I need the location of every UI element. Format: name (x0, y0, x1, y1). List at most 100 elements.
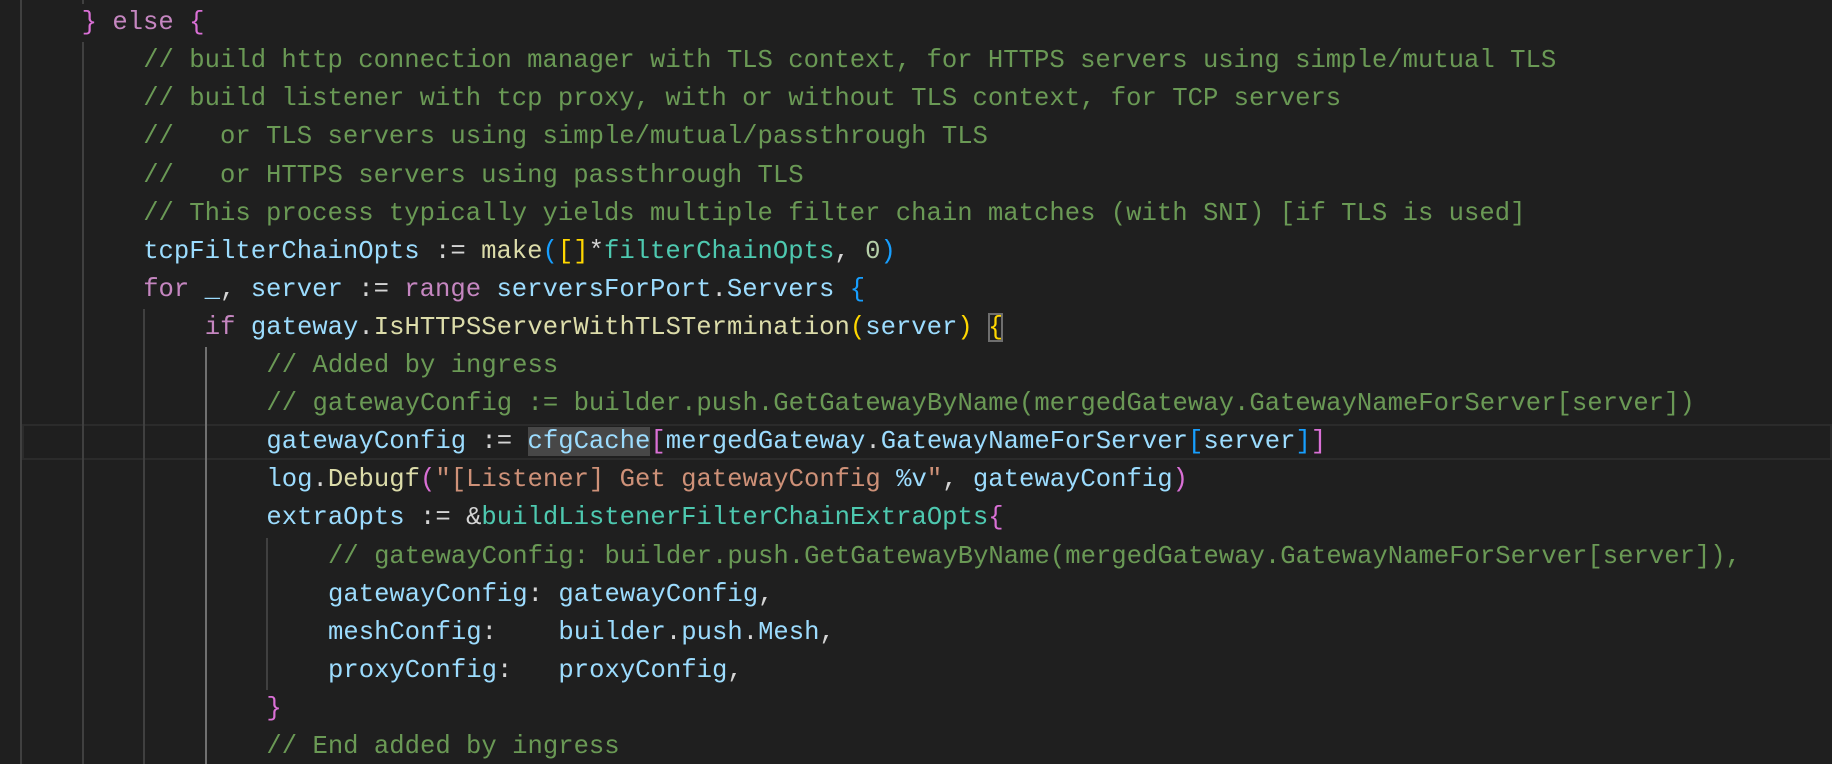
code-token: : (527, 579, 559, 609)
code-line[interactable]: // gatewayConfig := builder.push.GetGate… (266, 385, 1694, 423)
code-line[interactable]: if gateway.IsHTTPSServerWithTLSTerminati… (205, 309, 1004, 347)
code-comment: // or TLS servers using simple/mutual/pa… (143, 122, 988, 152)
code-token: [ (557, 236, 574, 266)
code-token: ] (1295, 427, 1311, 457)
code-token: 0 (865, 236, 881, 266)
code-line[interactable]: gatewayConfig := cfgCache[mergedGateway.… (266, 423, 1326, 461)
code-token: "[Listener] Get gatewayConfig (435, 465, 897, 495)
code-token: ( (849, 312, 866, 342)
code-line[interactable]: // build listener with tcp proxy, with o… (143, 80, 1341, 118)
code-token: serversForPort (496, 274, 712, 304)
code-token: , (942, 465, 973, 495)
code-comment: // End added by ingress (266, 732, 620, 761)
code-editor[interactable]: }) } else { // build http connection manag… (0, 0, 1832, 764)
code-token: [ (650, 427, 666, 457)
code-line[interactable]: extraOpts := &buildListenerFilterChainEx… (266, 499, 1003, 537)
code-token: ( (542, 236, 558, 266)
indent-guide (81, 42, 84, 764)
code-token: push (681, 617, 743, 647)
code-token: mergedGateway (665, 427, 866, 457)
indent-guide (204, 347, 207, 764)
code-line[interactable]: log.Debugf("[Listener] Get gatewayConfig… (266, 461, 1188, 499)
code-token: := (419, 236, 482, 266)
code-token: : (481, 617, 559, 647)
code-line[interactable]: // build http connection manager with TL… (143, 42, 1556, 80)
code-token: , (834, 236, 866, 266)
code-token: else (112, 8, 174, 38)
indent-guide (266, 537, 269, 690)
code-token: := (404, 503, 467, 533)
code-token: . (711, 274, 727, 304)
code-token: GatewayNameForServer (880, 427, 1188, 457)
code-token: server (865, 312, 958, 342)
code-token: { (189, 8, 205, 38)
code-line[interactable]: // or HTTPS servers using passthrough TL… (143, 157, 803, 195)
code-token: := (466, 427, 528, 457)
code-token: ) (1172, 465, 1188, 495)
code-token: range (404, 274, 482, 304)
code-token: meshConfig (328, 617, 482, 647)
code-token: , (819, 617, 835, 647)
code-token: gatewayConfig (558, 579, 759, 609)
code-token: & (466, 503, 482, 533)
code-token: filterChainOpts (603, 236, 835, 266)
code-comment: // build http connection manager with TL… (143, 46, 1557, 76)
code-token: server (250, 274, 343, 304)
code-token: { (988, 503, 1004, 533)
code-token: , (727, 655, 743, 685)
code-line[interactable]: tcpFilterChainOpts := make([]*filterChai… (143, 233, 896, 271)
code-token: ] (573, 236, 589, 266)
code-token: extraOpts (266, 503, 405, 533)
code-line[interactable]: // gatewayConfig: builder.push.GetGatewa… (328, 538, 1741, 576)
code-token: . (358, 312, 374, 342)
code-line[interactable]: // End added by ingress (266, 728, 619, 764)
code-comment: // gatewayConfig: builder.push.GetGatewa… (328, 541, 1742, 571)
code-token: if (204, 312, 236, 342)
code-token: * (588, 236, 604, 266)
code-token: proxyConfig (328, 655, 497, 685)
code-line[interactable]: } (266, 690, 281, 728)
code-token: ) (957, 312, 973, 342)
code-line[interactable]: for _, server := range serversForPort.Se… (143, 271, 865, 309)
code-token: gatewayConfig (972, 465, 1173, 495)
code-token: [ (1187, 427, 1204, 457)
code-line[interactable]: // or TLS servers using simple/mutual/pa… (143, 118, 988, 156)
code-token: . (742, 617, 759, 647)
code-token: gateway (250, 312, 359, 342)
code-line[interactable]: } else { (82, 4, 205, 42)
code-token: " (926, 465, 943, 495)
code-token: for (143, 274, 190, 304)
code-token: Mesh (758, 617, 820, 647)
code-line[interactable]: meshConfig: builder.push.Mesh, (328, 614, 835, 652)
code-token: buildListenerFilterChainExtraOpts (481, 503, 989, 533)
code-comment: // gatewayConfig := builder.push.GetGate… (266, 389, 1695, 419)
indent-guide (143, 308, 146, 764)
code-token: make (481, 236, 543, 266)
code-token: builder (558, 617, 666, 647)
code-token: { (988, 312, 1004, 342)
code-token: , (219, 274, 251, 304)
code-line[interactable]: gatewayConfig: gatewayConfig, (328, 576, 773, 614)
code-token: _ (204, 274, 220, 304)
code-token: . (865, 427, 881, 457)
code-line[interactable]: // Added by ingress (266, 347, 558, 385)
code-line[interactable]: // This process typically yields multipl… (143, 195, 1525, 233)
code-token: gatewayConfig (266, 427, 467, 457)
code-token: proxyConfig (558, 655, 728, 685)
code-token: { (849, 274, 866, 304)
code-token: tcpFilterChainOpts (143, 236, 420, 266)
code-token: Debugf (327, 465, 420, 495)
code-token: IsHTTPSServerWithTLSTermination (373, 312, 850, 342)
code-token: ) (880, 236, 896, 266)
code-token: := (342, 274, 405, 304)
code-line[interactable]: proxyConfig: proxyConfig, (328, 652, 743, 690)
code-token: log (266, 465, 313, 495)
indent-guide (20, 0, 22, 764)
